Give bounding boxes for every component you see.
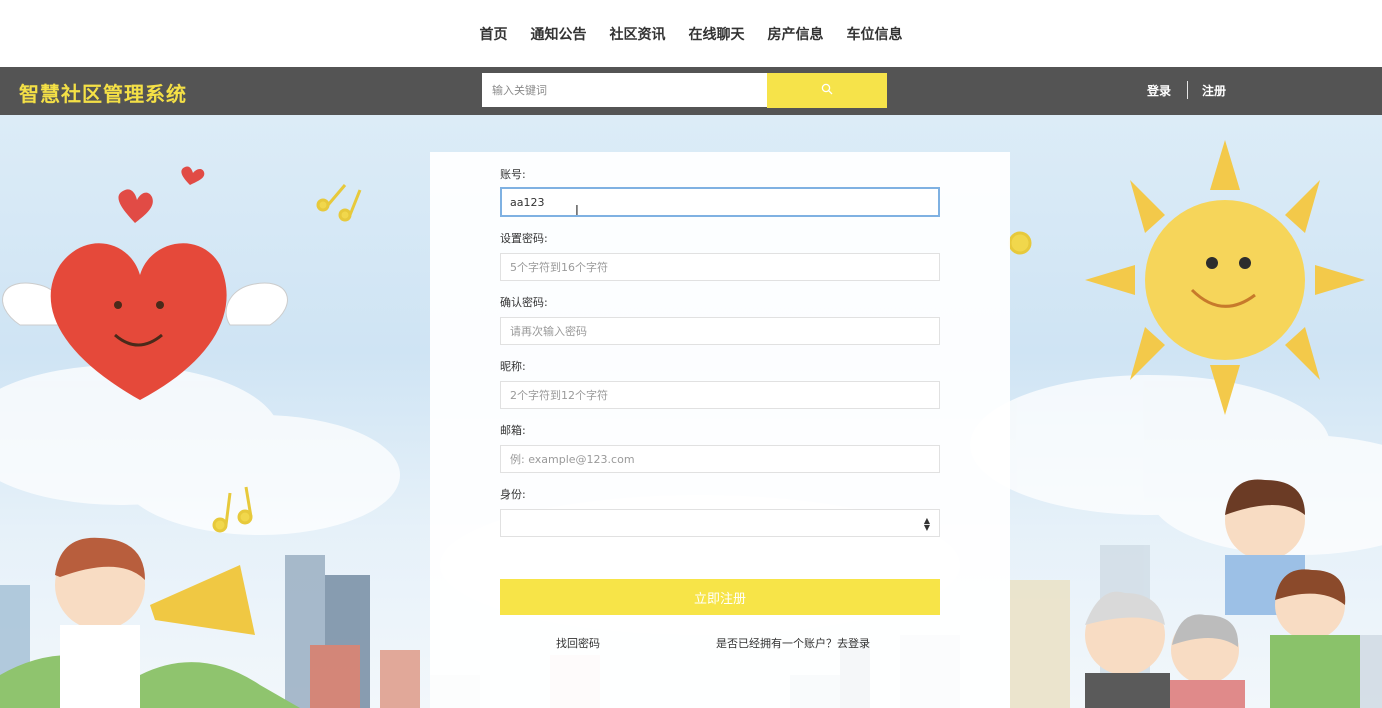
nav-online-chat[interactable]: 在线聊天 [689, 24, 745, 44]
nav-home[interactable]: 首页 [480, 24, 508, 44]
password-field[interactable] [500, 253, 940, 281]
confirm-password-field[interactable] [500, 317, 940, 345]
account-field[interactable] [500, 187, 940, 217]
email-label: 邮箱: [500, 424, 526, 437]
top-nav: 首页 通知公告 社区资讯 在线聊天 房产信息 车位信息 [0, 0, 1382, 67]
sun-icon [1085, 140, 1365, 415]
nickname-label: 昵称: [500, 360, 526, 373]
password-label: 设置密码: [500, 232, 548, 245]
search-icon [821, 83, 833, 98]
auth-links: 登录 注册 [1147, 81, 1226, 99]
nav-house-info[interactable]: 房产信息 [768, 24, 824, 44]
account-label: 账号: [500, 168, 526, 181]
nickname-field[interactable] [500, 381, 940, 409]
identity-select[interactable]: ▲ ▼ [500, 509, 940, 537]
nav-community-news[interactable]: 社区资讯 [610, 24, 666, 44]
identity-label: 身份: [500, 488, 526, 501]
nav-parking-info[interactable]: 车位信息 [847, 24, 903, 44]
register-link[interactable]: 注册 [1202, 82, 1226, 99]
text-cursor-icon: I [575, 204, 579, 219]
search-button[interactable] [767, 73, 887, 108]
register-submit-button[interactable]: 立即注册 [500, 579, 940, 615]
forgot-password-link[interactable]: 找回密码 [556, 635, 600, 651]
confirm-password-label: 确认密码: [500, 296, 548, 309]
login-link[interactable]: 登录 [1147, 82, 1171, 99]
go-login-link[interactable]: 是否已经拥有一个账户？去登录 [716, 635, 870, 651]
search-input[interactable] [482, 73, 768, 107]
nav-notices[interactable]: 通知公告 [531, 24, 587, 44]
select-arrows-icon: ▲ ▼ [923, 516, 930, 532]
header-bar: 智慧社区管理系统 登录 注册 [0, 67, 1382, 115]
auth-divider [1187, 81, 1189, 99]
email-field[interactable] [500, 445, 940, 473]
site-title: 智慧社区管理系统 [19, 82, 187, 106]
